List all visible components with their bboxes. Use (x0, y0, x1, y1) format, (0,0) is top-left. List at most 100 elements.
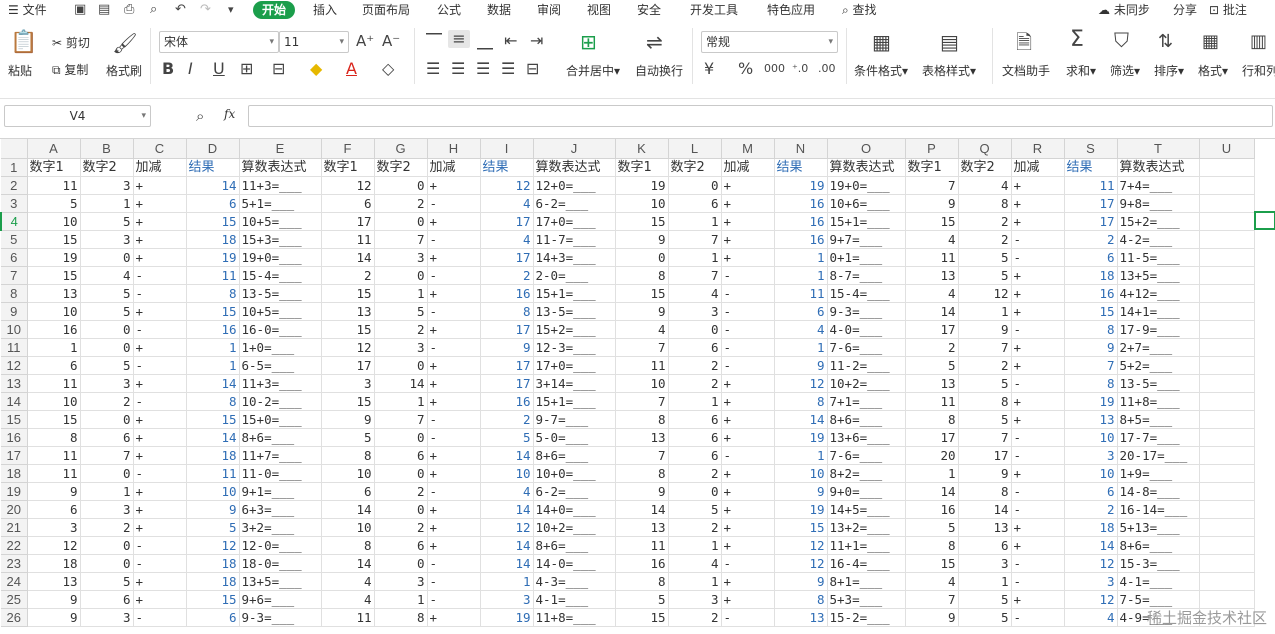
table-cell[interactable]: 9 (615, 302, 669, 321)
table-cell[interactable]: 5 (27, 194, 81, 213)
column-header-F[interactable]: F (321, 139, 375, 159)
table-cell[interactable]: 10+5=___ (239, 212, 322, 231)
table-cell[interactable]: 15+1=___ (533, 392, 616, 411)
table-cell[interactable]: 11+3=___ (239, 176, 322, 195)
table-cell[interactable]: 11 (27, 176, 81, 195)
table-cell[interactable]: - (133, 392, 187, 411)
indent-increase-icon[interactable]: ⇥ (530, 32, 543, 50)
table-cell[interactable]: + (721, 176, 775, 195)
table-cell[interactable]: 2 (1064, 500, 1118, 519)
table-cell[interactable]: 2 (321, 266, 375, 285)
table-cell[interactable]: - (133, 536, 187, 555)
table-cell[interactable]: 11+3=___ (239, 374, 322, 393)
table-cell[interactable]: 18 (186, 572, 240, 591)
table-cell[interactable]: 10 (27, 392, 81, 411)
table-cell[interactable]: 5+2=___ (1117, 356, 1200, 375)
table-cell[interactable]: 2-0=___ (533, 266, 616, 285)
table-cell[interactable]: 1 (186, 356, 240, 375)
redo-icon[interactable]: ↷ (200, 1, 211, 19)
table-cell[interactable]: 1+0=___ (239, 338, 322, 357)
table-cell[interactable]: 13 (774, 608, 828, 627)
table-cell[interactable]: 15 (615, 284, 669, 303)
tab-developer[interactable]: 开发工具 (690, 1, 738, 19)
table-cell[interactable]: + (427, 608, 481, 627)
table-cell[interactable]: 11 (321, 230, 375, 249)
table-cell[interactable]: 6 (80, 428, 134, 447)
more-icon[interactable]: ▾ (228, 1, 234, 19)
table-cell[interactable]: 11 (615, 356, 669, 375)
table-cell[interactable]: 13 (905, 266, 959, 285)
doc-helper-button[interactable]: 文档助手 (1002, 62, 1050, 79)
table-cell[interactable]: 9+0=___ (827, 482, 906, 501)
table-cell[interactable]: 2 (668, 356, 722, 375)
table-cell[interactable]: 2 (80, 392, 134, 411)
format-button[interactable]: 格式▾ (1198, 62, 1228, 79)
table-cell[interactable]: + (1011, 590, 1065, 609)
table-cell[interactable]: 12 (774, 536, 828, 555)
column-header-D[interactable]: D (186, 139, 240, 159)
table-cell[interactable]: + (721, 500, 775, 519)
table-cell[interactable]: 6-2=___ (533, 482, 616, 501)
search-button[interactable]: ⌕ 查找 (842, 1, 877, 19)
table-cell[interactable]: 11 (1064, 176, 1118, 195)
table-cell[interactable]: 14-8=___ (1117, 482, 1200, 501)
increase-decimal-icon[interactable]: ⁺.0 (792, 60, 808, 78)
column-header-J[interactable]: J (533, 139, 616, 159)
table-cell[interactable]: 3 (958, 554, 1012, 573)
column-header-B[interactable]: B (80, 139, 134, 159)
table-cell[interactable]: + (721, 374, 775, 393)
table-cell[interactable]: 2 (374, 482, 428, 501)
row-header[interactable]: 24 (1, 572, 28, 591)
header-cell[interactable]: 算数表达式 (827, 158, 906, 177)
column-header-R[interactable]: R (1011, 139, 1065, 159)
table-cell[interactable]: 2 (958, 212, 1012, 231)
table-cell[interactable]: 10 (480, 464, 534, 483)
table-cell[interactable]: 15 (27, 410, 81, 429)
table-cell[interactable]: 8+6=___ (239, 428, 322, 447)
table-cell[interactable]: 2 (668, 374, 722, 393)
row-header[interactable]: 5 (1, 230, 28, 249)
table-cell[interactable]: 2 (480, 410, 534, 429)
table-cell[interactable]: 1 (668, 536, 722, 555)
table-cell[interactable]: + (1011, 302, 1065, 321)
table-cell[interactable]: + (721, 248, 775, 267)
table-cell[interactable]: 6 (80, 590, 134, 609)
table-cell[interactable]: - (133, 356, 187, 375)
table-cell[interactable]: 17-7=___ (1117, 428, 1200, 447)
percent-icon[interactable]: % (738, 60, 753, 78)
table-cell[interactable]: 8 (374, 608, 428, 627)
format-painter-button[interactable]: 格式刷 (106, 62, 142, 79)
merge-center-icon[interactable]: ⊞ (580, 32, 597, 52)
table-cell[interactable]: 3 (1064, 446, 1118, 465)
table-cell[interactable]: - (721, 356, 775, 375)
table-cell[interactable]: 1 (27, 338, 81, 357)
table-cell[interactable]: - (1011, 428, 1065, 447)
header-cell[interactable]: 数字1 (27, 158, 81, 177)
table-cell[interactable]: + (721, 536, 775, 555)
table-cell[interactable]: 4 (480, 482, 534, 501)
table-cell[interactable]: 19 (774, 428, 828, 447)
table-cell[interactable]: 16 (480, 392, 534, 411)
table-cell[interactable]: - (427, 266, 481, 285)
table-cell[interactable]: + (721, 194, 775, 213)
table-cell[interactable]: - (427, 428, 481, 447)
table-cell[interactable]: 8+6=___ (827, 410, 906, 429)
table-cell[interactable]: 16 (615, 554, 669, 573)
table-cell[interactable]: 16 (186, 320, 240, 339)
table-cell[interactable]: 3 (374, 248, 428, 267)
table-cell[interactable]: 8 (480, 302, 534, 321)
tab-page-layout[interactable]: 页面布局 (362, 1, 410, 19)
table-cell[interactable]: 13 (27, 572, 81, 591)
table-cell[interactable]: 0 (374, 464, 428, 483)
auto-wrap-button[interactable]: 自动换行 (635, 62, 683, 79)
table-cell[interactable]: 17 (480, 374, 534, 393)
table-cell[interactable]: 15-3=___ (1117, 554, 1200, 573)
table-cell[interactable]: 0+1=___ (827, 248, 906, 267)
table-cell[interactable]: + (133, 374, 187, 393)
conditional-format-button[interactable]: 条件格式▾ (854, 62, 908, 79)
table-cell[interactable]: 0 (374, 554, 428, 573)
table-cell[interactable]: 3 (321, 374, 375, 393)
share-button[interactable]: 分享 (1173, 1, 1197, 19)
align-middle-icon[interactable]: ≡ (448, 30, 470, 48)
table-cell[interactable]: + (133, 230, 187, 249)
